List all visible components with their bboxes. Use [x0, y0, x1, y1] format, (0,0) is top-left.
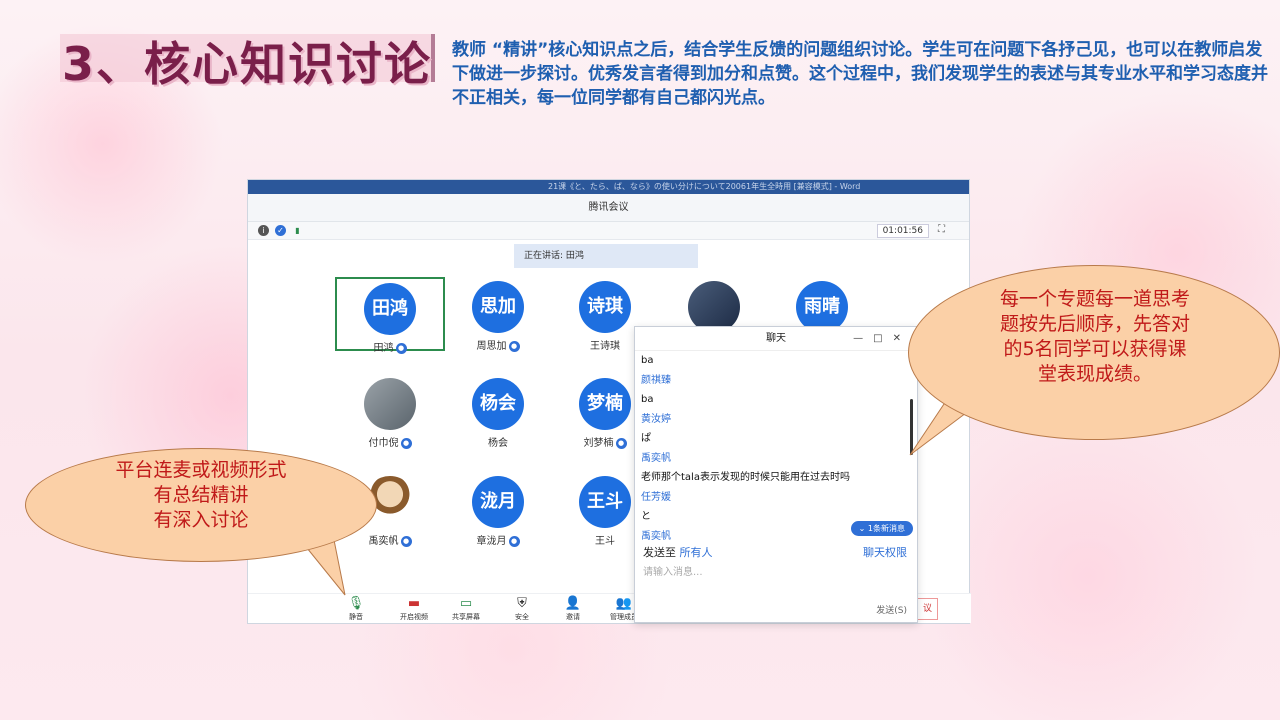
participant-tile[interactable]: 思加 周思加 ●: [443, 277, 553, 352]
avatar: 王斗: [579, 476, 631, 528]
mic-icon: ●: [400, 437, 412, 449]
chat-message: ba: [641, 355, 654, 366]
avatar: 泷月: [472, 476, 524, 528]
mute-button[interactable]: 🎙 静音: [336, 596, 376, 622]
meeting-timer: 01:01:56: [876, 224, 929, 238]
chat-messages: ba 颜祺臻 ba 黄汝婷 ぱ 禹奕帆 老师那个tala表示发现的时候只能用在过…: [641, 351, 911, 541]
recipient-select[interactable]: 所有人: [680, 546, 713, 559]
chat-sender: 禹奕帆: [641, 452, 671, 464]
participant-name: 刘梦楠: [583, 438, 614, 449]
mic-icon: ●: [395, 342, 407, 354]
chat-scrollbar[interactable]: [910, 399, 913, 455]
mic-icon: ●: [615, 437, 627, 449]
meeting-title: 腾讯会议: [248, 194, 969, 222]
mic-icon: ●: [508, 535, 520, 547]
intro-paragraph: 教师 “精讲”核心知识点之后，结合学生反馈的问题组织讨论。学生可在问题下各抒己见…: [452, 40, 1268, 108]
participant-tile[interactable]: 杨会 杨会: [443, 374, 553, 449]
participant-name: 禹奕帆: [368, 536, 399, 547]
chat-sender: 颜祺臻: [641, 374, 671, 386]
status-bar: i ✓ ▮ 01:01:56 ⛶: [248, 222, 969, 240]
mic-icon: ●: [400, 535, 412, 547]
chat-message: ba: [641, 394, 654, 405]
participant-tile[interactable]: 付巾倪 ●: [335, 374, 445, 449]
participant-name: 杨会: [488, 438, 508, 449]
chat-input[interactable]: 请输入消息...: [643, 563, 703, 578]
maximize-icon[interactable]: □: [873, 333, 892, 344]
avatar: 思加: [472, 281, 524, 333]
signal-icon[interactable]: ▮: [292, 225, 303, 236]
avatar: 杨会: [472, 378, 524, 430]
participant-name: 田鸿: [373, 343, 394, 354]
info-icon[interactable]: i: [258, 225, 269, 236]
participant-tile[interactable]: 田鸿 田鸿 ●: [335, 277, 445, 354]
avatar: 田鸿: [364, 283, 416, 335]
send-to-label: 发送至: [643, 546, 676, 559]
mic-icon: ●: [508, 340, 520, 352]
minimize-icon[interactable]: —: [853, 333, 873, 344]
camera-icon: ▬: [407, 596, 421, 611]
left-callout-text: 平台连麦或视频形式 有总结精讲 有深入讨论: [115, 459, 287, 531]
chat-permission-button[interactable]: 聊天权限: [863, 544, 907, 560]
shield-icon[interactable]: ✓: [275, 225, 286, 236]
right-callout-text: 每一个专题每一道思考 题按先后顺序，先答对 的5名同学可以获得课 堂表现成绩。: [999, 288, 1190, 385]
participant-tile[interactable]: 泷月 章泷月 ●: [443, 472, 553, 547]
share-screen-button[interactable]: ▭ 共享屏幕: [446, 596, 486, 622]
chat-title: 聊天: [766, 333, 786, 344]
word-titlebar: 21课《と、たら、ば、なら》の使い分けについて20061年生全時用 [兼容模式]…: [248, 180, 969, 194]
chat-message: ぱ: [641, 433, 651, 444]
microphone-icon: 🎙: [347, 596, 365, 611]
screen-icon: ▭: [459, 596, 473, 611]
chat-sender: 任芳媛: [641, 491, 671, 503]
avatar: 诗琪: [579, 281, 631, 333]
speaking-indicator: 正在讲话: 田鸿: [514, 244, 698, 268]
avatar: [364, 378, 416, 430]
video-button[interactable]: ▬ 开启视频: [394, 596, 434, 622]
fullscreen-icon[interactable]: ⛶: [938, 224, 945, 235]
slide-title: 3、核心知识讨论: [62, 37, 433, 91]
avatar: 梦楠: [579, 378, 631, 430]
chat-message: 老师那个tala表示发现的时候只能用在过去时吗: [641, 472, 850, 483]
participant-name: 王斗: [595, 536, 615, 547]
shield-icon: ⛨: [517, 596, 527, 611]
chat-panel: 聊天 —□✕ ba 颜祺臻 ba 黄汝婷 ぱ 禹奕帆 老师那个tala表示发现的…: [634, 326, 918, 623]
new-message-button[interactable]: ⌄ 1条新消息: [850, 521, 913, 536]
invite-button[interactable]: 👤 邀请: [553, 596, 593, 622]
send-button[interactable]: 发送(S): [876, 603, 907, 616]
participant-name: 王诗琪: [590, 341, 620, 352]
chat-sender: 黄汝婷: [641, 413, 671, 425]
end-meeting-button[interactable]: 议: [918, 598, 938, 620]
participant-name: 周思加: [476, 341, 507, 352]
send-to-row: 发送至 所有人 聊天权限: [643, 544, 913, 560]
add-user-icon: 👤: [564, 596, 582, 611]
security-button[interactable]: ⛨ 安全: [502, 596, 542, 622]
participant-name: 付巾倪: [368, 438, 399, 449]
participant-name: 章泷月: [476, 536, 507, 547]
